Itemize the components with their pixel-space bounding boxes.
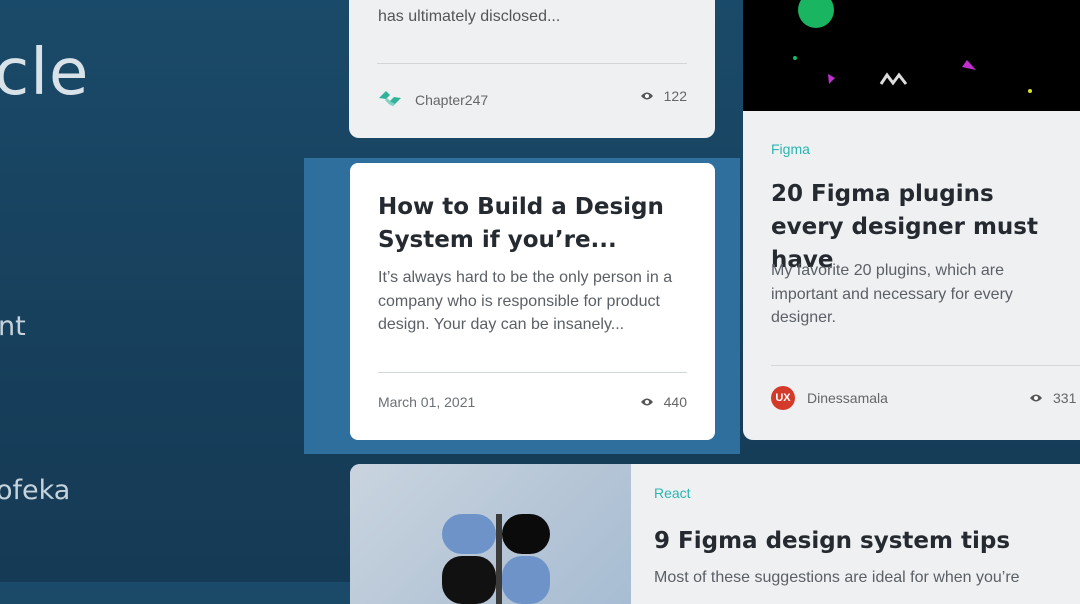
view-count-value: 331 xyxy=(1053,390,1077,406)
eye-icon xyxy=(640,88,654,104)
article-card[interactable]: Figma 20 Figma plugins every designer mu… xyxy=(743,0,1080,440)
article-card[interactable]: has ultimately disclosed... Chapter247 1… xyxy=(349,0,715,138)
view-count: 122 xyxy=(640,88,687,104)
eye-icon xyxy=(640,394,654,410)
article-excerpt: has ultimately disclosed... xyxy=(378,8,561,25)
article-excerpt: It’s always hard to be the only person i… xyxy=(378,269,673,333)
card-divider xyxy=(377,63,687,64)
article-date: March 01, 2021 xyxy=(378,394,476,410)
article-title[interactable]: How to Build a Design System if you’re..… xyxy=(378,191,688,257)
figma-logo-icon xyxy=(442,514,550,604)
article-excerpt: Most of these suggestions are ideal for … xyxy=(654,569,1020,586)
category-tag[interactable]: Figma xyxy=(771,141,810,157)
article-image xyxy=(350,464,631,604)
background-text-line: nt xyxy=(0,311,26,342)
article-author[interactable]: Chapter247 xyxy=(377,88,488,111)
card-divider xyxy=(378,372,687,373)
author-name: Chapter247 xyxy=(415,91,489,108)
view-count-value: 440 xyxy=(663,394,687,410)
avatar: UX xyxy=(771,386,795,410)
chapter247-logo-icon xyxy=(377,88,403,111)
article-title[interactable]: 9 Figma design system tips xyxy=(654,525,1010,558)
article-card-featured[interactable]: How to Build a Design System if you’re..… xyxy=(350,163,715,440)
view-count-value: 122 xyxy=(663,88,687,104)
view-count: 331 xyxy=(1029,390,1076,406)
article-author[interactable]: UX Dinessamala xyxy=(771,386,888,410)
card-divider xyxy=(771,365,1080,366)
article-excerpt: My favorite 20 plugins, which are import… xyxy=(771,262,1013,326)
view-count: 440 xyxy=(640,394,687,410)
article-card[interactable]: React 9 Figma design system tips Most of… xyxy=(350,464,1080,604)
background-text-line: ofeka xyxy=(0,475,71,506)
article-image xyxy=(743,0,1080,111)
category-tag[interactable]: React xyxy=(654,485,691,501)
author-name: Dinessamala xyxy=(807,390,888,406)
eye-icon xyxy=(1029,390,1043,406)
background-heading: cle xyxy=(0,36,90,110)
